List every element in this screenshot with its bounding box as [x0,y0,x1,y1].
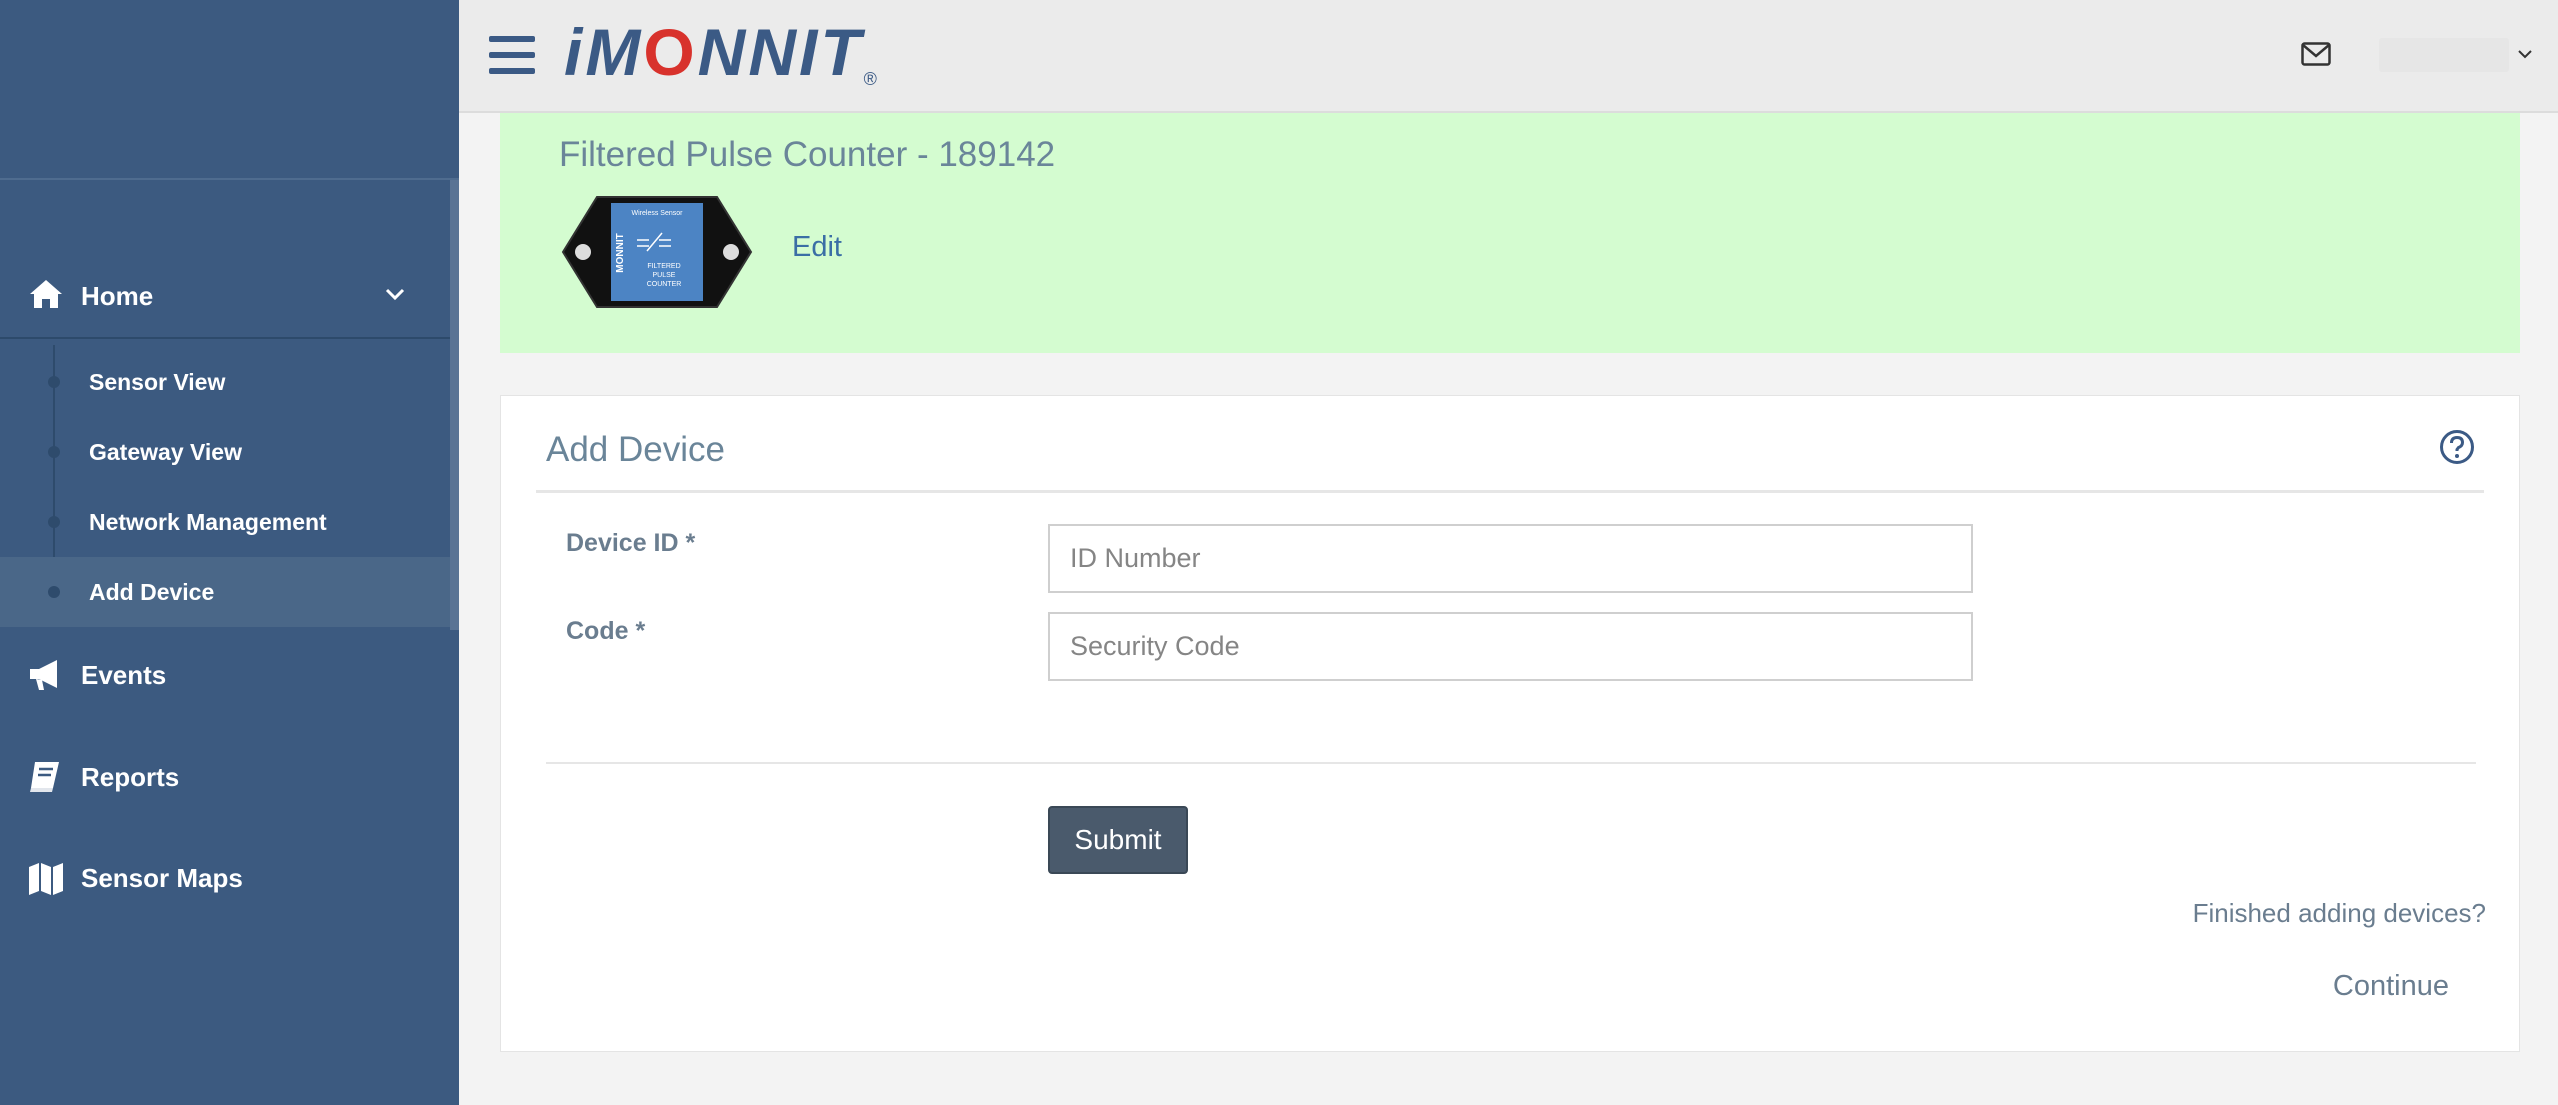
sidebar-scrollbar[interactable] [450,180,459,630]
svg-text:FILTERED: FILTERED [647,263,680,270]
submenu-dot [48,376,60,388]
svg-text:Wireless Sensor: Wireless Sensor [632,210,684,217]
submenu-dot [48,446,60,458]
svg-text:PULSE: PULSE [653,272,676,279]
chevron-down-icon[interactable] [2517,48,2533,60]
sidebar-item-label: Reports [81,761,180,792]
sidebar-item-network-management[interactable]: Network Management [0,487,450,557]
sidebar-item-home[interactable]: Home [0,255,450,339]
sidebar-item-sensor-view[interactable]: Sensor View [0,347,450,417]
finished-adding-text: Finished adding devices? [2192,898,2486,928]
device-title: Filtered Pulse Counter - 189142 [559,135,1056,174]
hamburger-icon[interactable] [489,34,535,76]
home-icon [30,280,62,308]
user-menu[interactable] [2379,38,2509,72]
sidebar-item-reports[interactable]: Reports [0,742,450,812]
question-circle-icon[interactable] [2439,429,2475,465]
sidebar-item-label: Events [81,659,167,690]
sidebar-item-gateway-view[interactable]: Gateway View [0,417,450,487]
continue-link[interactable]: Continue [2333,970,2449,1003]
sidebar-item-events[interactable]: Events [0,640,450,710]
device-id-input[interactable] [1048,524,1973,593]
sidebar-header [0,0,459,180]
megaphone-icon [30,660,57,690]
top-bar: iMONNIT® [459,0,2558,113]
device-id-label: Device ID * [566,529,696,557]
sidebar-item-add-device[interactable]: Add Device [0,557,450,627]
book-icon [30,762,59,792]
submenu-dot [48,586,60,598]
divider [536,490,2484,493]
svg-text:MONNIT: MONNIT [615,233,626,272]
sidebar: Home Sensor View Gateway View Network Ma… [0,0,459,1105]
security-code-input[interactable] [1048,612,1973,681]
sidebar-item-label: Sensor Maps [81,862,243,893]
divider [546,762,2476,764]
sidebar-item-label: Add Device [89,578,215,605]
sidebar-item-label: Sensor View [89,368,226,395]
sidebar-item-sensor-maps[interactable]: Sensor Maps [0,843,450,913]
sidebar-item-label: Home [81,280,154,311]
device-image: Wireless Sensor MONNIT FILTERED PULSE CO… [561,196,753,308]
monnit-logo[interactable]: iMONNIT® [564,14,877,90]
envelope-icon[interactable] [2301,42,2331,66]
sidebar-item-label: Network Management [89,508,327,535]
svg-text:COUNTER: COUNTER [647,281,682,288]
card-title: Add Device [546,430,725,469]
edit-device-link[interactable]: Edit [792,231,842,264]
device-banner: Filtered Pulse Counter - 189142 Wireless… [500,113,2520,353]
chevron-down-icon[interactable] [385,287,405,301]
sidebar-item-label: Gateway View [89,438,242,465]
submenu-dot [48,516,60,528]
submit-button[interactable]: Submit [1048,806,1188,874]
code-label: Code * [566,617,646,645]
map-icon [29,863,63,895]
add-device-card: Add Device Device ID * Code * Submit Fin… [500,395,2520,1052]
